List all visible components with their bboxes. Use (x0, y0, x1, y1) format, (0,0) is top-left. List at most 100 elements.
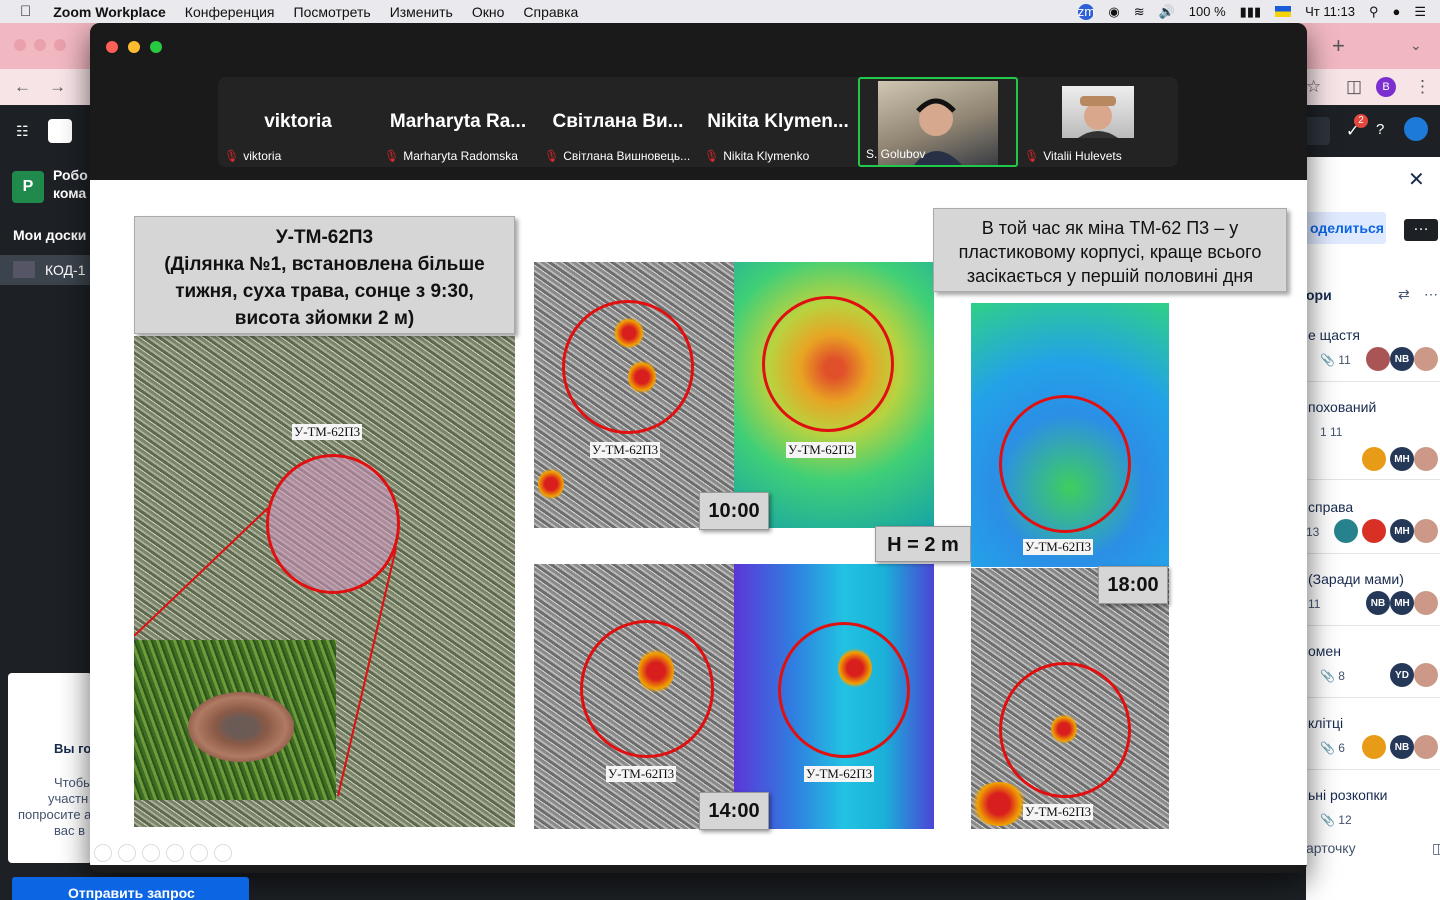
browser-zoom-icon[interactable] (54, 39, 66, 51)
zoom-meeting-window: viktoria 🎙 viktoria Marharyta Ra... 🎙 Marh… (90, 23, 1307, 873)
participant-name-label: 🎙 Marharyta Radomska (384, 149, 518, 163)
card-template-icon[interactable]: ◫ (1432, 840, 1440, 857)
app-switcher-icon[interactable]: ☷ (16, 123, 29, 140)
avatar[interactable]: MH (1390, 591, 1414, 615)
zoom-minimize-icon[interactable] (128, 41, 140, 53)
callout-line: В той час як міна ТМ-62 П3 – у (981, 218, 1239, 238)
mine-closeup-photo (134, 640, 336, 800)
board-item[interactable]: КОД-1 (0, 255, 92, 285)
card-title[interactable]: похований (1308, 399, 1376, 415)
share-button[interactable]: оделиться (1306, 212, 1386, 244)
apple-icon[interactable]:  (20, 3, 31, 20)
workspace-name[interactable]: Робо (53, 167, 88, 183)
avatar[interactable] (1362, 519, 1386, 543)
back-icon[interactable]: ← (14, 77, 31, 97)
mine-location-ring (762, 296, 894, 432)
list-menu-icon[interactable]: ⋯ (1424, 286, 1438, 303)
volume-icon[interactable]: 🔊 (1159, 4, 1175, 20)
zoom-fullscreen-icon[interactable] (150, 41, 162, 53)
card-title[interactable]: (Заради мами) (1308, 571, 1404, 587)
help-icon[interactable]: ? (1376, 121, 1384, 138)
avatar[interactable] (1414, 663, 1438, 687)
avatar[interactable] (1362, 447, 1386, 471)
participant-tile[interactable]: viktoria 🎙 viktoria (218, 77, 378, 167)
avatar[interactable] (1334, 519, 1358, 543)
menu-app-name[interactable]: Zoom Workplace (53, 4, 166, 20)
avatar[interactable] (1414, 347, 1438, 371)
add-card-button[interactable]: арточку (1306, 840, 1356, 856)
sidebar-icon[interactable]: ◫ (1346, 77, 1362, 97)
battery-percent: 100 % (1188, 4, 1226, 19)
new-tab-icon[interactable]: + (1332, 33, 1345, 59)
battery-icon[interactable]: ▮▮▮ (1240, 4, 1261, 20)
participant-tile[interactable]: Світлана Ви... 🎙 Світлана Вишновець... (538, 77, 698, 167)
avatar[interactable] (1362, 735, 1386, 759)
avatar[interactable]: NB (1390, 735, 1414, 759)
thermal-image-10-color: У-ТМ-62П3 (734, 262, 934, 528)
menu-window[interactable]: Окно (472, 4, 505, 20)
participant-tile[interactable]: Nikita Klymen... 🎙 Nikita Klymenko (698, 77, 858, 167)
browser-menu-icon[interactable]: ⋮ (1414, 77, 1431, 97)
avatar[interactable] (1414, 447, 1438, 471)
keyboard-layout-flag-icon[interactable] (1275, 6, 1292, 17)
pen-icon[interactable] (142, 844, 160, 862)
menu-edit[interactable]: Изменить (390, 4, 453, 20)
trello-logo-icon[interactable] (48, 119, 72, 143)
participant-display-name: viktoria (264, 111, 332, 132)
participant-tile[interactable]: 🎙 Vitalii Hulevets (1018, 77, 1178, 167)
close-panel-icon[interactable]: ✕ (1408, 167, 1425, 192)
participant-tile-active-speaker[interactable]: S. Golubov (858, 77, 1018, 167)
forward-icon[interactable]: → (49, 77, 66, 97)
card-title[interactable]: е щастя (1308, 327, 1360, 343)
mine-label: У-ТМ-62П3 (590, 442, 661, 458)
participant-display-name: Nikita Klymen... (707, 111, 849, 132)
spotlight-search-icon[interactable]: ⚲ (1369, 4, 1379, 20)
avatar[interactable]: MH (1390, 519, 1414, 543)
avatar[interactable]: NB (1366, 591, 1390, 615)
bookmark-star-icon[interactable]: ☆ (1306, 77, 1321, 97)
more-options-icon[interactable] (214, 844, 232, 862)
avatar[interactable] (1414, 519, 1438, 543)
avatar[interactable]: YD (1390, 663, 1414, 687)
card-divider (1306, 697, 1440, 698)
workspace-logo[interactable]: P (12, 171, 44, 203)
participant-name: Vitalii Hulevets (1043, 149, 1122, 163)
collapse-list-icon[interactable]: ⇄ (1398, 286, 1410, 303)
heat-spot (971, 782, 1027, 826)
slides-grid-icon[interactable] (166, 844, 184, 862)
siri-icon[interactable]: ● (1392, 4, 1400, 19)
card-title[interactable]: клітці (1308, 715, 1343, 731)
browser-close-icon[interactable] (14, 39, 26, 51)
browser-minimize-icon[interactable] (34, 39, 46, 51)
wifi-icon[interactable]: ≋ (1134, 4, 1145, 20)
previous-slide-icon[interactable] (94, 844, 112, 862)
card-title[interactable]: ьні розкопки (1308, 787, 1387, 803)
member-avatar[interactable] (1404, 117, 1428, 141)
menu-conference[interactable]: Конференция (185, 4, 275, 20)
card-attachments: 📎 11 (1320, 353, 1351, 367)
menu-view[interactable]: Посмотреть (294, 4, 371, 20)
avatar[interactable]: MH (1390, 447, 1414, 471)
more-icon[interactable]: … (1404, 218, 1438, 241)
avatar[interactable]: NB (1390, 347, 1414, 371)
clock[interactable]: Чт 11:13 (1305, 4, 1355, 19)
card-title[interactable]: омен (1308, 643, 1341, 659)
control-center-icon[interactable]: ☰ (1414, 4, 1426, 20)
zoom-close-icon[interactable] (106, 41, 118, 53)
screen-share-icon[interactable]: ◉ (1108, 4, 1119, 20)
next-slide-icon[interactable] (118, 844, 136, 862)
avatar[interactable] (1414, 735, 1438, 759)
card-title[interactable]: справа (1308, 499, 1353, 515)
zoom-status-icon[interactable]: zm (1078, 3, 1095, 20)
avatar[interactable] (1414, 591, 1438, 615)
tab-list-chevron-icon[interactable]: ⌄ (1410, 37, 1422, 54)
zoom-lens-icon[interactable] (190, 844, 208, 862)
avatar[interactable] (1366, 347, 1390, 371)
search-field-edge[interactable] (1306, 117, 1330, 145)
my-boards-label: Мои доски (13, 227, 87, 243)
send-request-button[interactable]: Отправить запрос (12, 877, 249, 900)
menu-help[interactable]: Справка (523, 4, 578, 20)
participant-tile[interactable]: Marharyta Ra... 🎙 Marharyta Radomska (378, 77, 538, 167)
mine-location-ring (580, 620, 714, 758)
profile-avatar[interactable]: B (1376, 77, 1396, 97)
